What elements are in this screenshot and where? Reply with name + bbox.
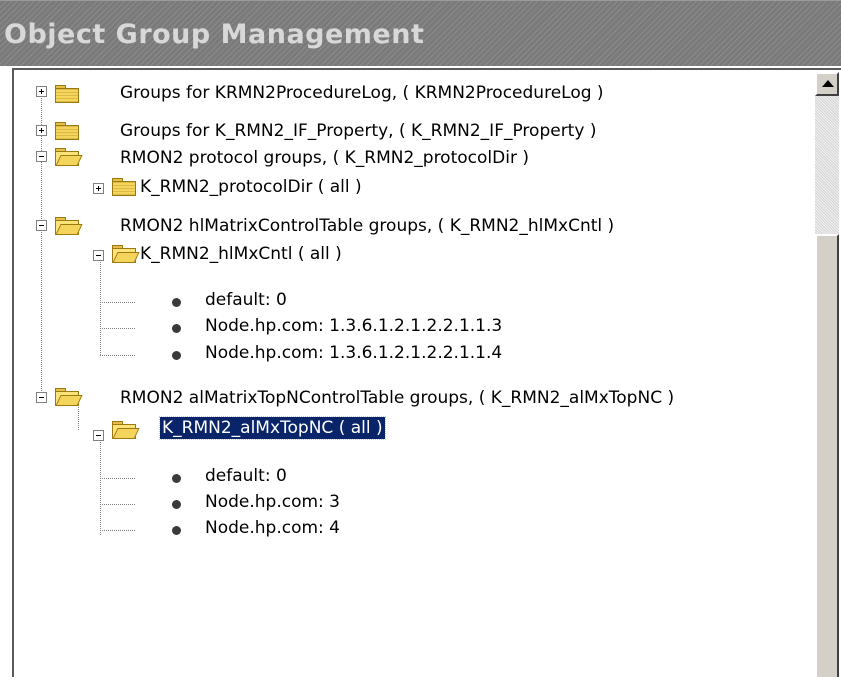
window-title: Object Group Management: [4, 19, 425, 50]
tree-item-label: Groups for K_RMN2_IF_Property, ( K_RMN2_…: [120, 121, 597, 141]
title-bar: Object Group Management: [0, 0, 841, 66]
leaf-dot-icon: [172, 324, 181, 333]
tree-item[interactable]: Node.hp.com: 1.3.6.1.2.1.2.2.1.1.3: [205, 313, 605, 341]
tree-connector: [100, 355, 135, 356]
tree-item-label: Node.hp.com: 3: [205, 492, 340, 512]
leaf-dot-icon: [172, 526, 181, 535]
vertical-scrollbar[interactable]: [815, 72, 839, 677]
folder-open-icon: [112, 420, 140, 439]
leaf-dot-icon: [172, 351, 181, 360]
tree-item-label: K_RMN2_hlMxCntl ( all ): [140, 244, 342, 264]
tree-item[interactable]: Node.hp.com: 4: [205, 515, 405, 543]
tree-item-label: Node.hp.com: 1.3.6.1.2.1.2.2.1.1.4: [205, 343, 503, 363]
scroll-up-button[interactable]: [815, 72, 839, 96]
tree-connector: [100, 251, 101, 355]
tree-item[interactable]: RMON2 protocol groups, ( K_RMN2_protocol…: [120, 145, 620, 173]
collapse-toggle[interactable]: [36, 151, 47, 162]
scroll-thumb[interactable]: [815, 234, 839, 677]
tree-item-label: Groups for KRMN2ProcedureLog, ( KRMN2Pro…: [120, 83, 604, 103]
expand-toggle[interactable]: [36, 86, 47, 97]
leaf-dot-icon: [172, 298, 181, 307]
tree-item[interactable]: RMON2 hlMatrixControlTable groups, ( K_R…: [120, 213, 720, 241]
tree-item[interactable]: Groups for K_RMN2_IF_Property, ( K_RMN2_…: [120, 118, 700, 146]
tree-item[interactable]: default: 0: [205, 463, 405, 491]
tree-item[interactable]: Node.hp.com: 3: [205, 489, 405, 517]
expand-toggle[interactable]: [36, 125, 47, 136]
tree-item[interactable]: K_RMN2_hlMxCntl ( all ): [140, 241, 380, 269]
tree-connector: [41, 91, 42, 397]
tree-item-label: RMON2 protocol groups, ( K_RMN2_protocol…: [120, 148, 529, 168]
tree-item-selected[interactable]: K_RMN2_alMxTopNC ( all ): [159, 415, 450, 443]
tree-connector: [78, 405, 79, 430]
tree-item-label: default: 0: [205, 466, 287, 486]
folder-open-icon: [112, 244, 140, 263]
expand-toggle[interactable]: [93, 183, 104, 194]
tree-connector: [100, 530, 135, 531]
tree-connector: [100, 435, 101, 535]
folder-open-icon: [55, 387, 83, 406]
leaf-dot-icon: [172, 500, 181, 509]
tree-item-label: K_RMN2_protocolDir ( all ): [140, 177, 362, 197]
tree-item[interactable]: default: 0: [205, 287, 405, 315]
tree-connector: [100, 328, 135, 329]
tree-item[interactable]: Groups for KRMN2ProcedureLog, ( KRMN2Pro…: [120, 80, 680, 108]
tree-item[interactable]: K_RMN2_protocolDir ( all ): [140, 174, 380, 202]
tree-item[interactable]: RMON2 alMatrixTopNControlTable groups, (…: [120, 385, 820, 413]
collapse-toggle[interactable]: [93, 430, 104, 441]
folder-icon: [55, 121, 79, 140]
tree-item-label: Node.hp.com: 4: [205, 518, 340, 538]
tree-connector: [100, 302, 135, 303]
tree-item-label: default: 0: [205, 290, 287, 310]
tree-item-label: RMON2 alMatrixTopNControlTable groups, (…: [120, 388, 675, 408]
tree-connector: [100, 504, 135, 505]
collapse-toggle[interactable]: [36, 220, 47, 231]
folder-open-icon: [55, 147, 83, 166]
collapse-toggle[interactable]: [36, 392, 47, 403]
tree-connector: [100, 478, 135, 479]
tree-item-label: Node.hp.com: 1.3.6.1.2.1.2.2.1.1.3: [205, 316, 503, 336]
tree-item-label: K_RMN2_alMxTopNC ( all ): [159, 416, 386, 440]
collapse-toggle[interactable]: [93, 250, 104, 261]
leaf-dot-icon: [172, 474, 181, 483]
folder-icon: [112, 177, 136, 196]
folder-icon: [55, 84, 79, 103]
folder-open-icon: [55, 216, 83, 235]
tree-item[interactable]: Node.hp.com: 1.3.6.1.2.1.2.2.1.1.4: [205, 340, 605, 368]
tree-item-label: RMON2 hlMatrixControlTable groups, ( K_R…: [120, 216, 615, 236]
